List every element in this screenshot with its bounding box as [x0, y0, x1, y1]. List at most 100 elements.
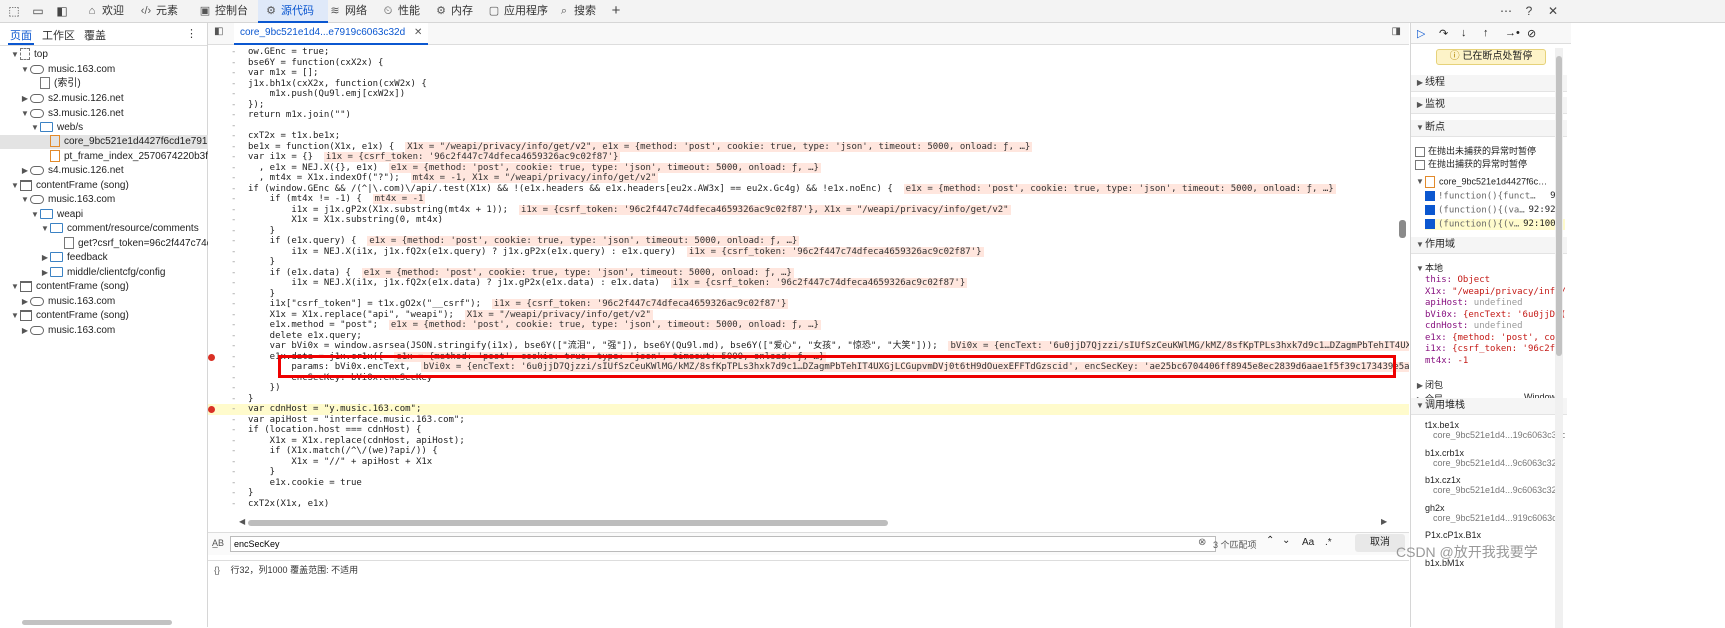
code-line[interactable]: - }: [208, 467, 1409, 478]
code-area[interactable]: - ow.GEnc = true; - bse6Y = function(cxX2x)…: [208, 47, 1409, 537]
gutter-marker[interactable]: -: [231, 184, 236, 195]
gutter-marker[interactable]: -: [231, 499, 236, 510]
breakpoint-item-active[interactable]: (function(){(v… 92:1000: [1425, 219, 1565, 230]
code-line[interactable]: - ow.GEnc = true;: [208, 47, 1409, 58]
tab-search[interactable]: ⌕ 搜索: [557, 0, 605, 22]
tree-item[interactable]: ▼ s3.music.126.net: [0, 107, 227, 121]
tree-item[interactable]: ▼ music.163.com: [0, 63, 227, 77]
section-threads[interactable]: ▶ 线程: [1411, 75, 1567, 92]
scope-variable[interactable]: i1x: {csrf_token: '96c2f4: [1425, 344, 1565, 354]
section-breakpoints[interactable]: ▼断点: [1411, 120, 1567, 137]
gutter-marker[interactable]: -: [231, 415, 236, 426]
editor-vscroll-thumb[interactable]: [1399, 220, 1406, 238]
gutter-marker[interactable]: -: [231, 268, 236, 279]
gutter-marker[interactable]: -: [231, 121, 236, 132]
breakpoint-marker-icon[interactable]: [208, 406, 215, 413]
replace-toggle-icon[interactable]: A̲B: [212, 538, 224, 548]
gutter-marker[interactable]: -: [231, 425, 236, 436]
code-line[interactable]: - var bVi0x = window.asrsea(JSON.stringi…: [208, 341, 1409, 352]
scroll-left-icon[interactable]: ◀: [239, 517, 245, 526]
scope-variable[interactable]: cdnHost: undefined: [1425, 321, 1565, 331]
code-line[interactable]: - i1x = NEJ.X(i1x, j1x.fQ2x(e1x.data) ? …: [208, 278, 1409, 289]
close-icon[interactable]: ✕: [1545, 3, 1561, 19]
gutter-marker[interactable]: -: [231, 257, 236, 268]
pause-uncaught-checkbox[interactable]: 在抛出未捕获的异常时暂停: [1415, 144, 1536, 157]
gutter-marker[interactable]: -: [231, 478, 236, 489]
breakpoint-marker-icon[interactable]: [208, 353, 215, 361]
code-line[interactable]: - m1x.push(Qu9l.emj[cxW2x]): [208, 89, 1409, 100]
code-line[interactable]: - if (e1x.query) { e1x = {method: 'post'…: [208, 236, 1409, 247]
code-line[interactable]: - bse6Y = function(cxX2x) {: [208, 58, 1409, 69]
gutter-marker[interactable]: -: [231, 341, 236, 352]
more-icon[interactable]: ⋯: [1498, 3, 1514, 19]
debugger-scroll-thumb[interactable]: [1556, 56, 1562, 356]
tab-application[interactable]: ▢ 应用程序: [487, 0, 555, 22]
code-line[interactable]: - X1x = "//" + apiHost + X1x: [208, 457, 1409, 468]
scope-variable[interactable]: X1x: "/weapi/privacy/info/: [1425, 287, 1565, 297]
code-line[interactable]: -}: [208, 488, 1409, 499]
breakpoint-file[interactable]: ▼ core_9bc521e1d4427f6c…: [1415, 176, 1565, 188]
step-into-icon[interactable]: ↓: [1461, 27, 1467, 39]
code-line[interactable]: - if (window.GEnc && /(^|\.com)\/api/.tes…: [208, 183, 1409, 195]
gutter-marker[interactable]: -: [231, 89, 236, 100]
inspect-icon[interactable]: ⬚: [6, 3, 22, 19]
pause-caught-checkbox[interactable]: 在抛出捕获的异常时暂停: [1415, 157, 1527, 170]
gutter-marker[interactable]: -: [231, 100, 236, 111]
gutter-marker[interactable]: -: [231, 383, 236, 394]
code-line[interactable]: - i1x = j1x.gP2x(X1x.substring(mt4x + 1)…: [208, 204, 1409, 216]
code-line[interactable]: - }: [208, 257, 1409, 268]
toggle-debugger-icon[interactable]: ◨: [1392, 26, 1401, 37]
breakpoint-item[interactable]: (function(){(va… 92:920: [1425, 205, 1565, 216]
section-callstack[interactable]: ▼调用堆栈: [1411, 398, 1567, 415]
code-line[interactable]: -}: [208, 394, 1409, 405]
tab-performance[interactable]: ⏲ 性能: [381, 0, 433, 22]
callstack-frame[interactable]: b1x.cz1x core_9bc521e1d4...9c6063c32d: [1425, 475, 1565, 495]
match-case-button[interactable]: Aa: [1302, 537, 1314, 548]
gutter-marker[interactable]: -: [231, 467, 236, 478]
tab-memory[interactable]: ⚙ 内存: [434, 0, 484, 22]
code-line[interactable]: -});: [208, 100, 1409, 111]
callstack-frame[interactable]: b1x.crb1x core_9bc521e1d4...9c6063c32d: [1425, 448, 1565, 468]
file-tab[interactable]: core_9bc521e1d4...e7919c6063c32d ✕: [234, 23, 429, 45]
tree-item[interactable]: ▶ s4.music.126.net: [0, 164, 227, 178]
gutter-marker[interactable]: -: [231, 373, 236, 384]
gutter-marker[interactable]: -: [231, 152, 236, 163]
gutter-marker[interactable]: -: [231, 58, 236, 69]
tab-sources[interactable]: ⚙ 源代码: [258, 0, 328, 23]
code-line[interactable]: - var i1x = {} i1x = {csrf_token: '96c2f4…: [208, 152, 1409, 163]
close-tab-icon[interactable]: ✕: [414, 27, 422, 38]
code-line[interactable]: - e1x.method = "post"; e1x = {method: 'p…: [208, 320, 1409, 331]
code-line[interactable]: - var apiHost = "interface.music.163.com"…: [208, 415, 1409, 426]
tab-network[interactable]: ≋ 网络: [328, 0, 378, 22]
deactivate-breakpoints-icon[interactable]: ⊘: [1527, 27, 1536, 40]
code-line[interactable]: - , e1x = NEJ.X({}, e1x) e1x = {method: …: [208, 162, 1409, 174]
scope-closure[interactable]: ▶ 闭包: [1415, 378, 1443, 391]
code-line[interactable]: - }: [208, 226, 1409, 237]
gutter-marker[interactable]: -: [231, 247, 236, 258]
tree-item[interactable]: ▼ web/s: [0, 121, 237, 135]
step-icon[interactable]: →•: [1505, 27, 1520, 39]
tab-welcome[interactable]: ⌂ 欢迎: [85, 0, 133, 22]
code-line[interactable]: - X1x = X1x.substring(0, mt4x): [208, 215, 1409, 226]
code-line[interactable]: - }: [208, 289, 1409, 300]
step-over-icon[interactable]: ↷: [1439, 27, 1448, 40]
next-match-icon[interactable]: ⌄: [1282, 535, 1290, 546]
callstack-frame[interactable]: P1x.cP1x.B1x: [1425, 530, 1565, 540]
tree-item[interactable]: ▶ music.163.com: [0, 324, 227, 338]
code-line[interactable]: - cxT2x = t1x.be1x;: [208, 131, 1409, 142]
code-line[interactable]: - e1x.cookie = true: [208, 478, 1409, 489]
code-line[interactable]: - cxT2x(X1x, e1x): [208, 499, 1409, 510]
section-watch[interactable]: ▶ 监视: [1411, 97, 1567, 114]
callstack-frame[interactable]: gh2x core_9bc521e1d4...919c6063c3: [1425, 503, 1565, 523]
nav-tab-page[interactable]: 页面: [8, 27, 34, 45]
scope-local[interactable]: ▼本地: [1415, 261, 1443, 274]
code-line[interactable]: - if (mt4x != -1) { mt4x = -1: [208, 194, 1409, 205]
scroll-right-icon[interactable]: ▶: [1381, 517, 1387, 526]
gutter-marker[interactable]: -: [231, 131, 236, 142]
gutter-marker[interactable]: -: [231, 299, 236, 310]
gutter-marker[interactable]: -: [231, 68, 236, 79]
code-line[interactable]: - X1x = X1x.replace(cdnHost, apiHost);: [208, 436, 1409, 447]
code-line[interactable]: - i1x = NEJ.X(i1x, j1x.fQ2x(e1x.query) ?…: [208, 246, 1409, 258]
code-line[interactable]: - if (location.host === cdnHost) {: [208, 425, 1409, 436]
scope-variable[interactable]: this: Object: [1425, 275, 1565, 285]
